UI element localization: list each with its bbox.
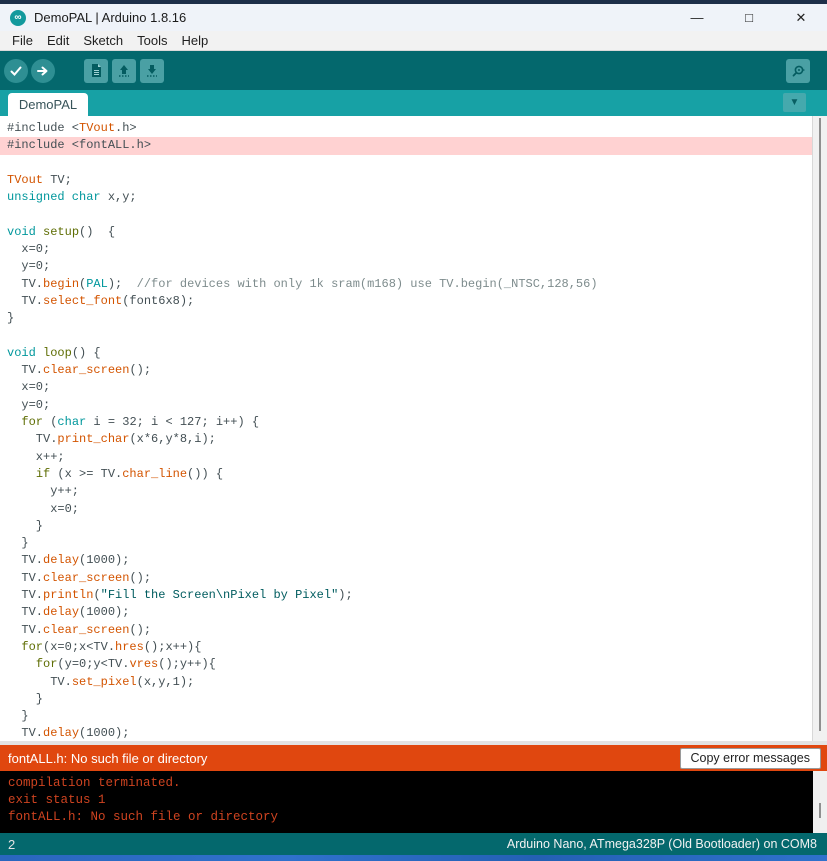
arrow-up-icon bbox=[117, 63, 131, 78]
menu-tools[interactable]: Tools bbox=[130, 33, 174, 48]
console-scrollbar[interactable] bbox=[813, 771, 827, 833]
taskbar-strip bbox=[0, 855, 827, 861]
code-line bbox=[7, 328, 827, 345]
code-line: } bbox=[7, 708, 827, 725]
console-scrollbar-thumb[interactable] bbox=[819, 803, 821, 818]
chevron-down-icon: ▼ bbox=[790, 97, 800, 108]
code-line: for (char i = 32; i < 127; i++) { bbox=[7, 414, 827, 431]
status-board-info: Arduino Nano, ATmega328P (Old Bootloader… bbox=[507, 837, 817, 851]
console-line: fontALL.h: No such file or directory bbox=[8, 809, 819, 826]
tab-demopal[interactable]: DemoPAL bbox=[8, 93, 88, 116]
code-line: x=0; bbox=[7, 241, 827, 258]
code-line: } bbox=[7, 518, 827, 535]
window-controls: — □ ✕ bbox=[689, 10, 827, 26]
error-bar: fontALL.h: No such file or directory Cop… bbox=[0, 745, 827, 771]
minimize-button[interactable]: — bbox=[689, 10, 705, 26]
editor-scrollbar-thumb[interactable] bbox=[819, 118, 821, 731]
menu-sketch[interactable]: Sketch bbox=[76, 33, 130, 48]
code-line: if (x >= TV.char_line()) { bbox=[7, 466, 827, 483]
code-line: } bbox=[7, 535, 827, 552]
arrow-right-icon bbox=[36, 64, 50, 78]
code-line: void setup() { bbox=[7, 224, 827, 241]
editor-scrollbar[interactable] bbox=[812, 116, 827, 741]
code-line: #include <TVout.h> bbox=[7, 120, 827, 137]
code-line: } bbox=[7, 310, 827, 327]
code-line: TV.clear_screen(); bbox=[7, 622, 827, 639]
save-sketch-button[interactable] bbox=[140, 59, 164, 83]
code-line: y++; bbox=[7, 483, 827, 500]
status-bar: 2 Arduino Nano, ATmega328P (Old Bootload… bbox=[0, 833, 827, 855]
editor: #include <TVout.h>#include <fontALL.h> T… bbox=[0, 116, 827, 741]
close-button[interactable]: ✕ bbox=[793, 10, 809, 26]
arrow-down-icon bbox=[145, 63, 159, 78]
code-line: TV.delay(1000); bbox=[7, 725, 827, 741]
upload-button[interactable] bbox=[31, 59, 55, 83]
console[interactable]: compilation terminated.exit status 1font… bbox=[0, 771, 827, 833]
open-sketch-button[interactable] bbox=[112, 59, 136, 83]
verify-button[interactable] bbox=[4, 59, 28, 83]
console-line: compilation terminated. bbox=[8, 775, 819, 792]
code-line: y=0; bbox=[7, 397, 827, 414]
code-area[interactable]: #include <TVout.h>#include <fontALL.h> T… bbox=[0, 116, 827, 741]
window-title: DemoPAL | Arduino 1.8.16 bbox=[34, 10, 186, 25]
code-line: for(y=0;y<TV.vres();y++){ bbox=[7, 656, 827, 673]
code-line: TVout TV; bbox=[7, 172, 827, 189]
code-line: x++; bbox=[7, 449, 827, 466]
menu-edit[interactable]: Edit bbox=[40, 33, 76, 48]
titlebar: ∞ DemoPAL | Arduino 1.8.16 — □ ✕ bbox=[0, 4, 827, 31]
maximize-button[interactable]: □ bbox=[741, 10, 757, 26]
code-line: TV.delay(1000); bbox=[7, 552, 827, 569]
tab-list-dropdown-button[interactable]: ▼ bbox=[783, 93, 806, 112]
code-line: TV.clear_screen(); bbox=[7, 570, 827, 587]
code-line: unsigned char x,y; bbox=[7, 189, 827, 206]
code-line bbox=[7, 155, 827, 172]
code-line: x=0; bbox=[7, 501, 827, 518]
code-line: } bbox=[7, 691, 827, 708]
code-line: TV.clear_screen(); bbox=[7, 362, 827, 379]
serial-monitor-button[interactable] bbox=[786, 59, 810, 83]
code-line bbox=[7, 206, 827, 223]
toolbar bbox=[0, 51, 827, 90]
arduino-logo-icon: ∞ bbox=[10, 10, 26, 26]
console-line: exit status 1 bbox=[8, 792, 819, 809]
code-line: TV.begin(PAL); //for devices with only 1… bbox=[7, 276, 827, 293]
code-line: TV.print_char(x*6,y*8,i); bbox=[7, 431, 827, 448]
menubar: File Edit Sketch Tools Help bbox=[0, 31, 827, 51]
code-line: for(x=0;x<TV.hres();x++){ bbox=[7, 639, 827, 656]
tabbar: DemoPAL ▼ bbox=[0, 90, 827, 116]
new-sketch-button[interactable] bbox=[84, 59, 108, 83]
status-line-number: 2 bbox=[8, 837, 15, 852]
code-line: x=0; bbox=[7, 379, 827, 396]
console-output: compilation terminated.exit status 1font… bbox=[0, 771, 827, 830]
code-line: TV.select_font(font6x8); bbox=[7, 293, 827, 310]
menu-file[interactable]: File bbox=[5, 33, 40, 48]
code-line: TV.delay(1000); bbox=[7, 604, 827, 621]
menu-help[interactable]: Help bbox=[174, 33, 215, 48]
error-message: fontALL.h: No such file or directory bbox=[8, 751, 680, 766]
copy-error-messages-button[interactable]: Copy error messages bbox=[680, 748, 822, 769]
code-line: TV.println("Fill the Screen\nPixel by Pi… bbox=[7, 587, 827, 604]
document-icon bbox=[89, 63, 103, 78]
code-line: void loop() { bbox=[7, 345, 827, 362]
code-line: y=0; bbox=[7, 258, 827, 275]
check-icon bbox=[9, 64, 23, 78]
magnifier-icon bbox=[791, 64, 806, 79]
arduino-ide-window: ∞ DemoPAL | Arduino 1.8.16 — □ ✕ File Ed… bbox=[0, 0, 827, 861]
code-line: TV.set_pixel(x,y,1); bbox=[7, 674, 827, 691]
code-line: #include <fontALL.h> bbox=[0, 137, 812, 154]
